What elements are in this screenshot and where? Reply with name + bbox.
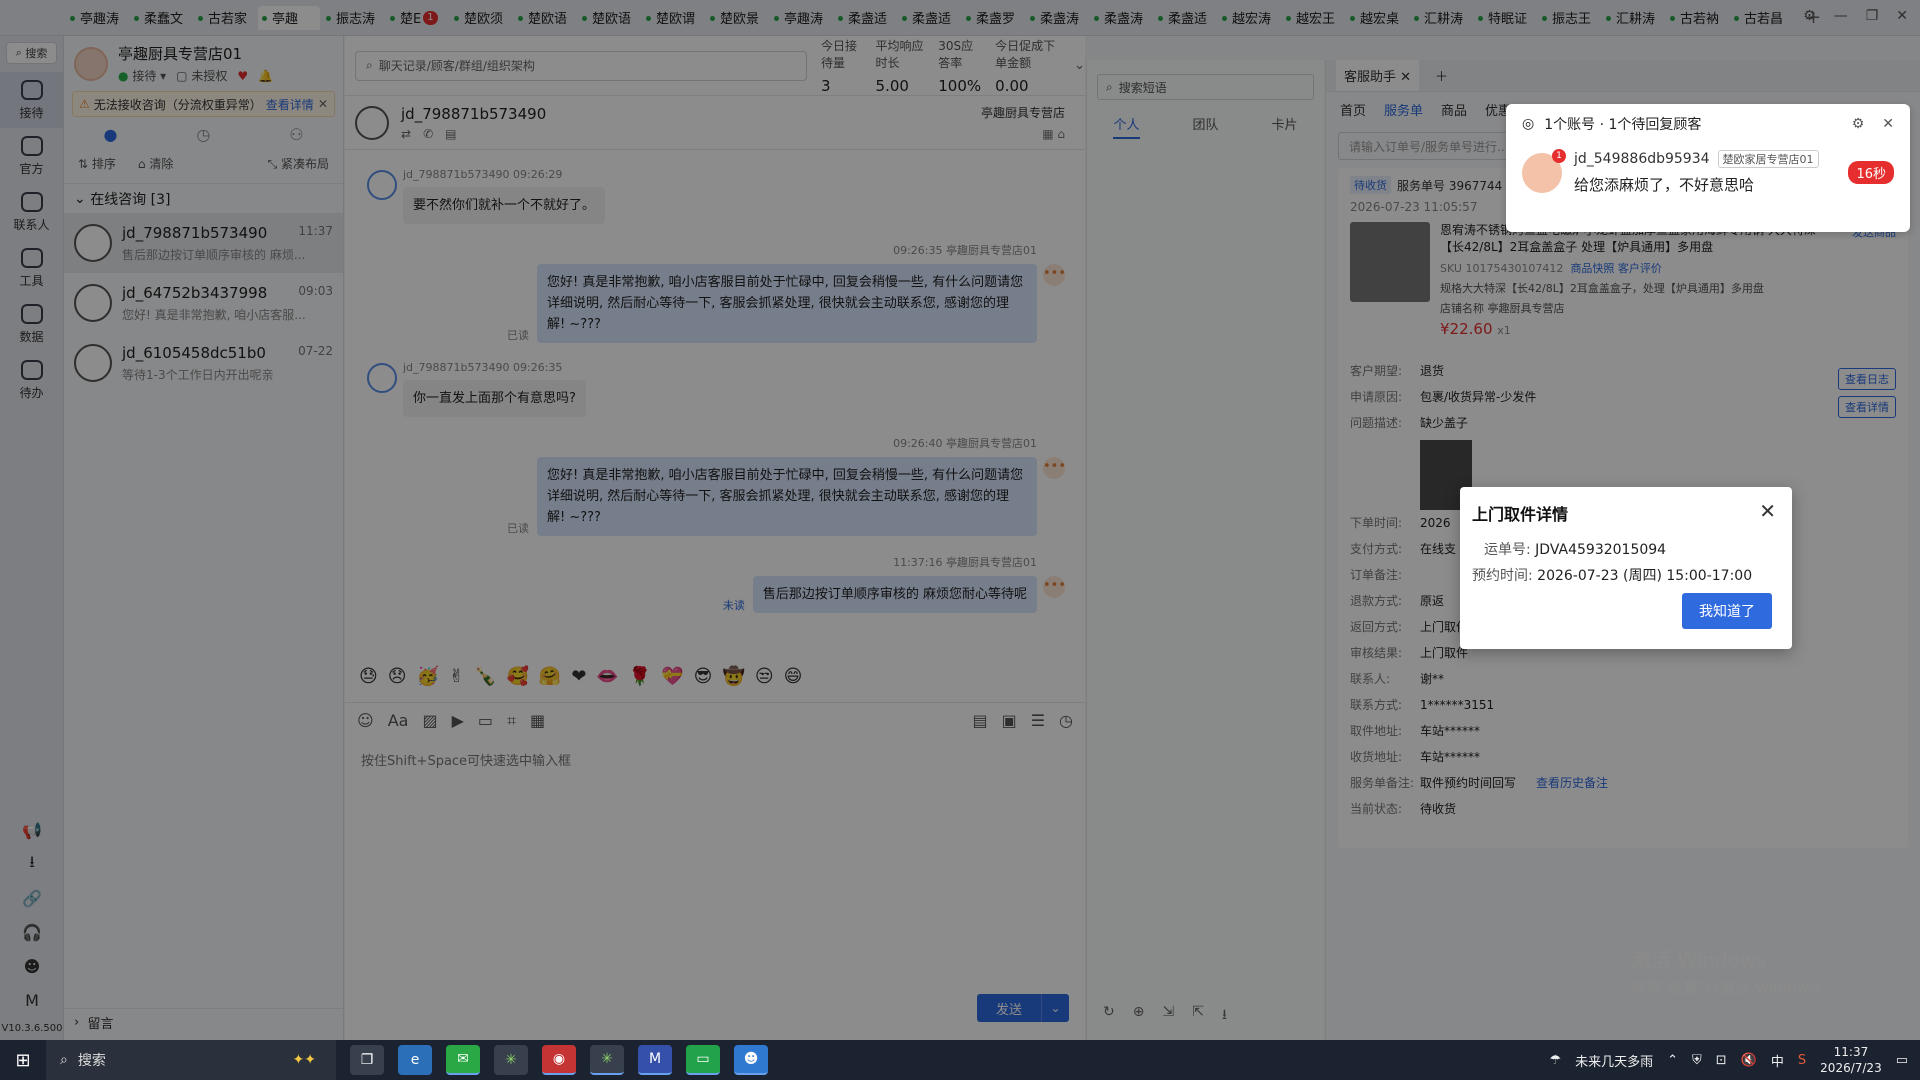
system-tray: ☂ 未来几天多雨 ⌃ ⛨ ⊡ 🔇 中 S 11:37 2026/7/23 ▭ <box>1549 1044 1920 1076</box>
appointment-row: 预约时间: 2026-07-23 (周四) 15:00-17:00 <box>1472 568 1753 584</box>
acknowledge-button[interactable]: 我知道了 <box>1682 593 1772 629</box>
close-icon[interactable]: ✕ <box>1882 116 1894 132</box>
app-m-icon[interactable]: M <box>638 1045 672 1075</box>
notification-customer: jd_549886db95934 楚欧家居专营店01 <box>1574 150 1819 168</box>
shield-icon[interactable]: ⛨ <box>1692 1053 1702 1068</box>
dialog-title: 上门取件详情 <box>1472 505 1569 524</box>
volume-icon[interactable]: 🔇 <box>1741 1053 1757 1068</box>
notification-header: ◎ 1个账号 · 1个待回复顾客 ⚙ ✕ <box>1522 116 1894 133</box>
waybill-row: 运单号: JDVA45932015094 <box>1484 542 1667 558</box>
search-icon: ⌕ <box>60 1052 68 1068</box>
wechat-icon[interactable]: ✉ <box>446 1045 480 1075</box>
settings-icon[interactable]: ⚙ <box>1852 116 1865 132</box>
app-blue-icon[interactable]: ☻ <box>734 1045 768 1075</box>
network-icon[interactable]: ⊡ <box>1716 1053 1727 1068</box>
notification-message: 给您添麻烦了，不好意思哈 <box>1574 176 1755 194</box>
windows-taskbar: ⊞ ⌕ 搜索 ✦✦ ❐ e ✉ ✳ ◉ ✳ M ▭ ☻ ☂ 未来几天多雨 ⌃ ⛨ ⊡… <box>0 1040 1920 1080</box>
task-view-icon[interactable]: ❐ <box>350 1045 384 1075</box>
customer-avatar: 1 <box>1522 148 1566 193</box>
taskbar-search[interactable]: ⌕ 搜索 ✦✦ <box>46 1040 336 1080</box>
antivirus-icon[interactable]: S <box>1798 1053 1806 1068</box>
edge-icon[interactable]: e <box>398 1045 432 1075</box>
taskbar-clock[interactable]: 11:37 2026/7/23 <box>1820 1044 1882 1076</box>
wait-timer-badge: 16秒 <box>1848 161 1894 184</box>
windows-start-icon[interactable]: ⊞ <box>0 1040 46 1080</box>
app-red-icon[interactable]: ◉ <box>542 1045 576 1075</box>
close-icon[interactable]: ✕ <box>1759 499 1776 523</box>
sparkle-icon: ✦✦ <box>292 1052 316 1068</box>
taskbar-apps: ❐ e ✉ ✳ ◉ ✳ M ▭ ☻ <box>350 1045 768 1075</box>
chevron-up-icon[interactable]: ⌃ <box>1667 1053 1678 1068</box>
app-green-chat-icon[interactable]: ▭ <box>686 1045 720 1075</box>
bell-icon: ◎ <box>1522 116 1535 132</box>
app-window: 亭趣涛 柔蠢文 古若家 亭趣 振志涛 楚E 1 楚欧须 楚欧语 楚欧语 楚欧谓 楚欧景 亭趣涛 柔盏适 柔盏… <box>0 0 1920 1040</box>
weather-text[interactable]: 未来几天多雨 <box>1575 1051 1653 1070</box>
pickup-detail-dialog: 上门取件详情 ✕ 运单号: JDVA45932015094 预约时间: 2026… <box>1460 487 1792 649</box>
ime-indicator[interactable]: 中 <box>1771 1051 1784 1070</box>
pending-reply-notification[interactable]: ◎ 1个账号 · 1个待回复顾客 ⚙ ✕ 1 jd_549886db95934 楚欧… <box>1506 104 1910 232</box>
app-star-icon[interactable]: ✳ <box>494 1045 528 1075</box>
weather-icon: ☂ <box>1549 1052 1562 1068</box>
notification-body: 1 jd_549886db95934 楚欧家居专营店01 给您添麻烦了，不好意思哈… <box>1506 148 1910 195</box>
notification-center-icon[interactable]: ▭ <box>1896 1053 1908 1068</box>
app-star2-icon[interactable]: ✳ <box>590 1045 624 1075</box>
